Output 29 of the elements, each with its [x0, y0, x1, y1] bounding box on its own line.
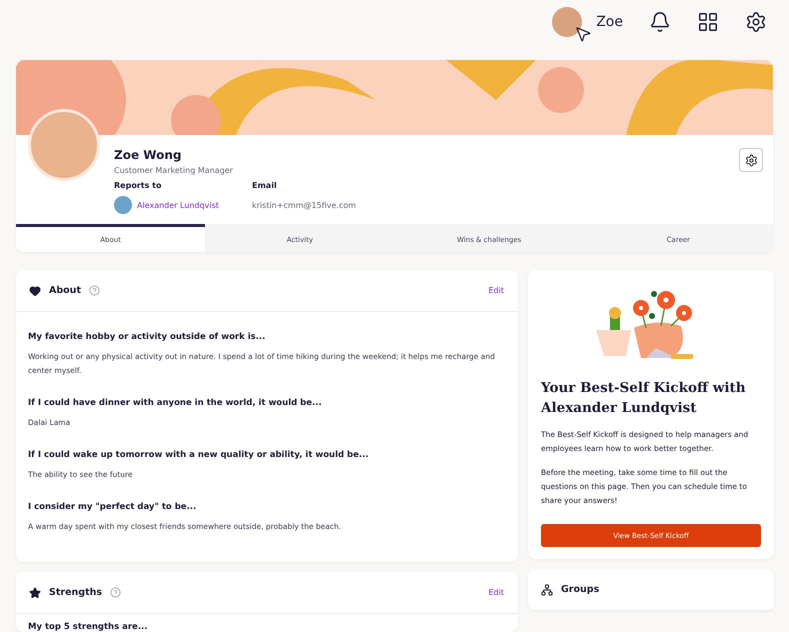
question: My favorite hobby or activity outside of work is... [28, 332, 266, 342]
edit-link[interactable]: Edit [488, 286, 504, 295]
settings-icon[interactable] [745, 11, 767, 33]
grid-icon[interactable] [697, 11, 719, 33]
manager-link[interactable]: Alexander Lundqvist [137, 200, 219, 210]
cursor-icon [574, 25, 592, 43]
job-title: Customer Marketing Manager [114, 166, 234, 175]
question: I consider my "perfect day" to be... [28, 502, 198, 512]
question: My top 5 strengths are... [27, 621, 149, 632]
user-name[interactable]: Zoe [596, 14, 623, 30]
org-chart-icon [541, 584, 553, 596]
gear-icon [744, 154, 758, 166]
edit-link[interactable]: Edit [488, 588, 504, 597]
manager-avatar [114, 196, 132, 214]
section-title: About [49, 285, 81, 296]
profile-settings-button[interactable] [739, 148, 763, 172]
email-label: Email [252, 181, 278, 190]
profile-name: Zoe Wong [114, 148, 182, 162]
star-icon [29, 586, 41, 598]
section-title: Groups [561, 584, 600, 595]
reports-to-label: Reports to [114, 181, 162, 190]
question: If I could wake up tomorrow with a new quality or ability, it would be... [28, 450, 370, 460]
question: If I could have dinner with anyone in the world, it would be... [28, 398, 323, 408]
section-title: Strengths [49, 587, 102, 598]
user-avatar[interactable] [552, 7, 582, 37]
kickoff-title: Your Best-Self Kickoff with Alexander Lundqvist [541, 379, 747, 418]
email-address: kristin+cmm@15five.com [252, 200, 357, 210]
notification-bell-icon[interactable] [649, 11, 671, 33]
heart-icon [29, 284, 41, 296]
